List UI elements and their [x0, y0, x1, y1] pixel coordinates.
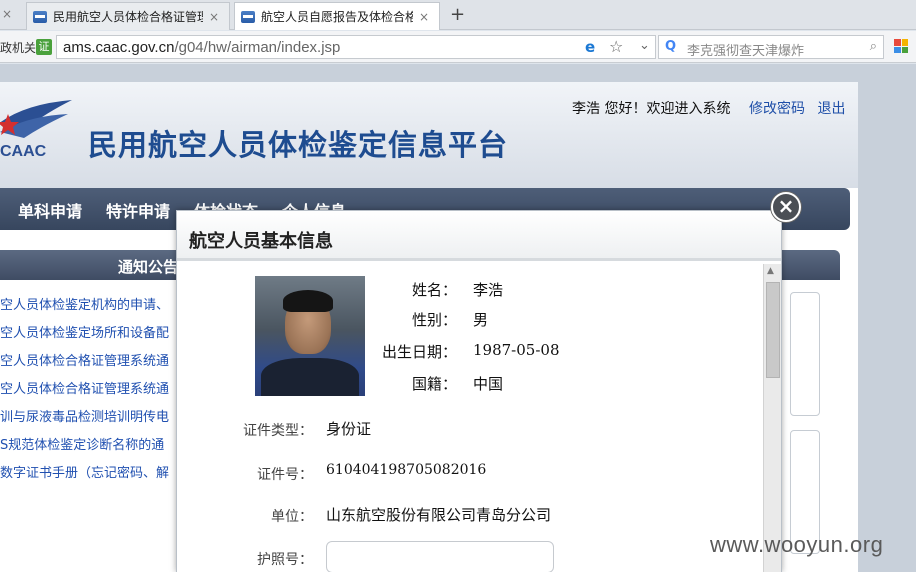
- chevron-down-icon[interactable]: ⌄: [639, 38, 650, 53]
- search-input[interactable]: Q 李克强彻查天津爆炸 ⌕: [658, 35, 884, 59]
- cert-shield-icon[interactable]: 证: [36, 39, 52, 55]
- tab-title: 航空人员自愿报告及体检合格: [261, 10, 413, 24]
- notice-title: 通知公告: [118, 258, 179, 276]
- airman-info-dialog: 航空人员基本信息 姓名： 李浩 性别： 男 出生日期： 1987-05-08 国…: [176, 210, 782, 572]
- id-number-value: 610404198705082016: [326, 462, 487, 478]
- dialog-body: 姓名： 李浩 性别： 男 出生日期： 1987-05-08 国籍： 中国 证件类…: [177, 264, 763, 572]
- notice-link[interactable]: 空人员体检鉴定场所和设备配: [0, 322, 169, 342]
- airman-photo: [255, 276, 365, 396]
- id-type-value: 身份证: [326, 420, 372, 438]
- side-panel: [790, 292, 820, 416]
- search-placeholder: 李克强彻查天津爆炸: [687, 44, 805, 59]
- employer-label: 单位：: [271, 509, 313, 525]
- url-text: ams.caac.gov.cn/g04/hw/airman/index.jsp: [63, 39, 341, 56]
- apps-grid-icon[interactable]: [894, 39, 908, 53]
- tab-close-icon[interactable]: ×: [419, 10, 429, 24]
- name-value: 李浩: [473, 281, 504, 299]
- gender-label: 性别：: [411, 311, 457, 329]
- browser-tab-bar: × 民用航空人员体检合格证管理 × 航空人员自愿报告及体检合格 × +: [0, 0, 916, 30]
- site-title: 民用航空人员体检鉴定信息平台: [88, 128, 509, 162]
- svg-text:CAAC: CAAC: [0, 143, 47, 160]
- tab-health-cert[interactable]: 民用航空人员体检合格证管理 ×: [26, 2, 230, 30]
- tab-self-report[interactable]: 航空人员自愿报告及体检合格 ×: [234, 2, 440, 30]
- notice-link[interactable]: 空人员体检合格证管理系统通: [0, 378, 169, 398]
- address-bar-row: 政机关 证 ams.caac.gov.cn/g04/hw/airman/inde…: [0, 31, 916, 63]
- dialog-header: 航空人员基本信息: [177, 211, 781, 261]
- ie-mode-icon[interactable]: e: [585, 38, 595, 56]
- dialog-scrollbar[interactable]: ▲: [763, 264, 781, 572]
- scroll-up-icon[interactable]: ▲: [767, 266, 774, 276]
- caac-favicon-icon: [33, 10, 47, 23]
- header-links: 修改密码 退出: [749, 98, 853, 118]
- employer-value: 山东航空股份有限公司青岛分公司: [326, 506, 552, 524]
- scroll-thumb[interactable]: [766, 282, 780, 378]
- site-header: CAAC 民用航空人员体检鉴定信息平台 李浩 您好！欢迎进入系统 修改密码 退出: [0, 82, 858, 188]
- nav-item-single-subject[interactable]: 单科申请: [18, 198, 82, 222]
- search-icon[interactable]: ⌕: [870, 39, 877, 54]
- nav-item-special-permit[interactable]: 特许申请: [106, 198, 170, 222]
- notice-link[interactable]: 空人员体检合格证管理系统通: [0, 350, 169, 370]
- logout-link[interactable]: 退出: [817, 101, 845, 117]
- tab-title: 民用航空人员体检合格证管理: [53, 10, 203, 24]
- notice-link[interactable]: 训与尿液毒品检测培训明传电: [0, 406, 169, 426]
- url-input[interactable]: ams.caac.gov.cn/g04/hw/airman/index.jsp …: [56, 35, 656, 59]
- birthdate-label: 出生日期：: [381, 343, 457, 361]
- notice-link[interactable]: 空人员体检鉴定机构的申请、: [0, 294, 169, 314]
- birthdate-value: 1987-05-08: [473, 341, 560, 359]
- star-icon[interactable]: ☆: [609, 37, 623, 56]
- nationality-label: 国籍：: [411, 375, 457, 393]
- notice-link[interactable]: S规范体检鉴定诊断名称的通: [0, 434, 164, 454]
- name-label: 姓名：: [411, 281, 457, 299]
- dialog-title: 航空人员基本信息: [189, 231, 333, 252]
- welcome-text: 李浩 您好！欢迎进入系统: [572, 101, 731, 117]
- change-password-link[interactable]: 修改密码: [749, 101, 805, 117]
- gender-value: 男: [473, 311, 489, 329]
- id-number-label: 证件号：: [257, 467, 313, 483]
- dialog-close-button[interactable]: ×: [771, 192, 801, 222]
- bookmark-item[interactable]: 政机关: [0, 39, 36, 56]
- search-engine-icon[interactable]: Q: [665, 39, 676, 54]
- passport-label: 护照号：: [257, 552, 313, 568]
- new-tab-button[interactable]: +: [450, 4, 465, 25]
- caac-logo-icon: CAAC: [0, 100, 72, 160]
- caac-favicon-icon: [241, 10, 255, 23]
- watermark-text: www.wooyun.org: [710, 532, 884, 557]
- tab-close-icon[interactable]: ×: [209, 10, 219, 24]
- passport-input[interactable]: [326, 541, 554, 572]
- tab-close-icon[interactable]: ×: [2, 7, 12, 21]
- id-type-label: 证件类型：: [243, 423, 313, 439]
- notice-link[interactable]: 数字证书手册（忘记密码、解: [0, 462, 169, 482]
- nationality-value: 中国: [473, 375, 504, 393]
